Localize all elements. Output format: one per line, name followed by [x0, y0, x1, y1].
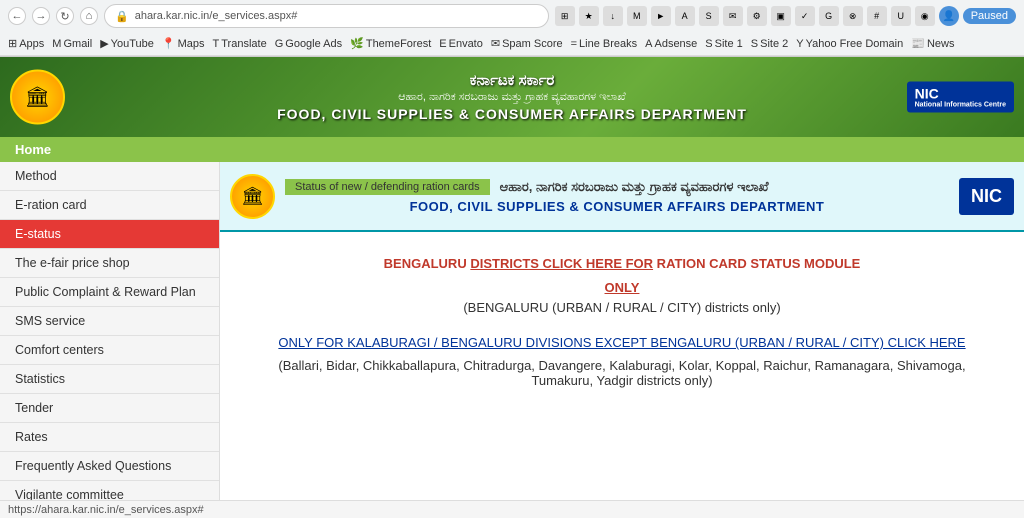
- bookmark-themeforest[interactable]: 🌿 ThemeForest: [350, 37, 431, 50]
- sidebar-item-faq[interactable]: Frequently Asked Questions: [0, 452, 219, 481]
- sidebar-item-tender[interactable]: Tender: [0, 394, 219, 423]
- ration-link-section: BENGALURU DISTRICTS CLICK HERE FOR RATIO…: [250, 252, 994, 315]
- bookmark-linebreaks[interactable]: = Line Breaks: [571, 38, 638, 50]
- districts-text: (Ballari, Bidar, Chikkaballapura, Chitra…: [250, 358, 994, 388]
- bookmarks-bar: ⊞ Apps M Gmail ▶ YouTube 📍 Maps T Transl…: [0, 32, 1024, 56]
- ext-btn-8[interactable]: ✉: [723, 6, 743, 26]
- back-button[interactable]: ←: [8, 7, 26, 25]
- urban-text: (BENGALURU (URBAN / RURAL / CITY) distri…: [250, 300, 994, 315]
- nic-logo: NIC National Informatics Centre: [907, 82, 1014, 113]
- bookmark-googleads[interactable]: G Google Ads: [275, 38, 342, 50]
- ext-btn-5[interactable]: ►: [651, 6, 671, 26]
- bookmark-youtube[interactable]: ▶ YouTube: [100, 37, 154, 50]
- content-wrapper: Method E-ration card E-status The e-fair…: [0, 162, 1024, 500]
- sidebar-item-erationcard[interactable]: E-ration card: [0, 191, 219, 220]
- bookmark-site2[interactable]: S Site 2: [751, 38, 788, 50]
- main-content: 🏛 Status of new / defending ration cards…: [220, 162, 1024, 500]
- ext-btn-4[interactable]: M: [627, 6, 647, 26]
- inner-kannada-text: ಆಹಾರ, ನಾಗರಿಕ ಸರಬರಾಜು ಮತ್ತು ಗ್ರಾಹಕ ವ್ಯವಹಾ…: [500, 179, 769, 195]
- body-content: BENGALURU DISTRICTS CLICK HERE FOR RATIO…: [220, 232, 1024, 408]
- ext-btn-6[interactable]: A: [675, 6, 695, 26]
- bookmark-site1[interactable]: S Site 1: [705, 38, 742, 50]
- ext-btn-14[interactable]: #: [867, 6, 887, 26]
- browser-chrome: ← → ↻ ⌂ 🔒 ahara.kar.nic.in/e_services.as…: [0, 0, 1024, 57]
- header-logo: 🏛: [10, 70, 65, 125]
- site-wrapper: 🏛 ಕರ್ನಾಟಕ ಸರ್ಕಾರ ಆಹಾರ, ನಾಗರಿಕ ಸರಬರಾಜು ಮತ…: [0, 57, 1024, 518]
- ext-btn-12[interactable]: G: [819, 6, 839, 26]
- bookmark-maps[interactable]: 📍 Maps: [162, 37, 205, 50]
- browser-nav: ← → ↻ ⌂ 🔒 ahara.kar.nic.in/e_services.as…: [0, 0, 1024, 32]
- url-text: ahara.kar.nic.in/e_services.aspx#: [135, 10, 298, 22]
- site-header: 🏛 ಕರ್ನಾಟಕ ಸರ್ಕಾರ ಆಹಾರ, ನಾಗರಿಕ ಸರಬರಾಜು ಮತ…: [0, 57, 1024, 137]
- bookmark-gmail[interactable]: M Gmail: [52, 38, 92, 50]
- bookmark-translate[interactable]: T Translate: [213, 38, 267, 50]
- header-english-title: FOOD, CIVIL SUPPLIES & CONSUMER AFFAIRS …: [277, 106, 747, 122]
- inner-english-title: FOOD, CIVIL SUPPLIES & CONSUMER AFFAIRS …: [285, 199, 949, 214]
- bengaluru-suffix: RATION CARD STATUS MODULE: [653, 256, 860, 271]
- kalaburagi-section: ONLY FOR KALABURAGI / BENGALURU DIVISION…: [250, 335, 994, 388]
- ext-btn-9[interactable]: ⚙: [747, 6, 767, 26]
- bengaluru-ration-text: BENGALURU DISTRICTS CLICK HERE FOR RATIO…: [250, 252, 994, 275]
- bookmark-apps[interactable]: ⊞ Apps: [8, 37, 44, 50]
- ext-btn-13[interactable]: ⊗: [843, 6, 863, 26]
- status-bar-label: Status of new / defending ration cards: [285, 179, 490, 195]
- sidebar-item-comfort[interactable]: Comfort centers: [0, 336, 219, 365]
- status-bar: https://ahara.kar.nic.in/e_services.aspx…: [0, 500, 1024, 518]
- bookmark-yahoo[interactable]: Y Yahoo Free Domain: [796, 38, 903, 50]
- bengaluru-link[interactable]: DISTRICTS CLICK HERE FOR: [470, 256, 653, 271]
- sidebar-item-estatus[interactable]: E-status: [0, 220, 219, 249]
- bookmark-spamscore[interactable]: ✉ Spam Score: [491, 37, 563, 50]
- ext-btn-1[interactable]: ⊞: [555, 6, 575, 26]
- only-link[interactable]: ONLY: [250, 280, 994, 295]
- bookmark-envato[interactable]: E Envato: [439, 38, 483, 50]
- government-emblem: 🏛: [10, 70, 65, 125]
- inner-logo-area: 🏛: [230, 174, 275, 219]
- forward-button[interactable]: →: [32, 7, 50, 25]
- ext-btn-2[interactable]: ★: [579, 6, 599, 26]
- sidebar-item-rates[interactable]: Rates: [0, 423, 219, 452]
- ext-btn-10[interactable]: ▣: [771, 6, 791, 26]
- ext-btn-11[interactable]: ✓: [795, 6, 815, 26]
- sidebar-item-efairprice[interactable]: The e-fair price shop: [0, 249, 219, 278]
- lock-icon: 🔒: [115, 10, 129, 23]
- home-button[interactable]: ⌂: [80, 7, 98, 25]
- ext-btn-7[interactable]: S: [699, 6, 719, 26]
- bookmark-adsense[interactable]: A Adsense: [645, 38, 697, 50]
- bengaluru-prefix: BENGALURU: [384, 256, 471, 271]
- header-kannada-title: ಕರ್ನಾಟಕ ಸರ್ಕಾರ: [277, 72, 747, 89]
- ext-btn-3[interactable]: ↓: [603, 6, 623, 26]
- paused-button[interactable]: Paused: [963, 8, 1016, 24]
- sidebar-item-vigilante[interactable]: Vigilante committee: [0, 481, 219, 500]
- sidebar-item-method[interactable]: Method: [0, 162, 219, 191]
- sidebar-item-statistics[interactable]: Statistics: [0, 365, 219, 394]
- nav-home[interactable]: Home: [0, 137, 66, 162]
- bookmark-news[interactable]: 📰 News: [911, 37, 954, 50]
- ext-btn-16[interactable]: ◉: [915, 6, 935, 26]
- header-text: ಕರ್ನಾಟಕ ಸರ್ಕಾರ ಆಹಾರ, ನಾಗರಿಕ ಸರಬರಾಜು ಮತ್ತ…: [277, 72, 747, 122]
- sidebar-item-complaint[interactable]: Public Complaint & Reward Plan: [0, 278, 219, 307]
- refresh-button[interactable]: ↻: [56, 7, 74, 25]
- ext-btn-15[interactable]: U: [891, 6, 911, 26]
- inner-header: 🏛 Status of new / defending ration cards…: [220, 162, 1024, 232]
- browser-extensions: ⊞ ★ ↓ M ► A S ✉ ⚙ ▣ ✓ G ⊗ # U ◉ 👤 Paused: [555, 6, 1016, 26]
- status-url: https://ahara.kar.nic.in/e_services.aspx…: [8, 504, 204, 516]
- kalaburagi-link[interactable]: ONLY FOR KALABURAGI / BENGALURU DIVISION…: [250, 335, 994, 350]
- sidebar-item-sms[interactable]: SMS service: [0, 307, 219, 336]
- avatar-btn[interactable]: 👤: [939, 6, 959, 26]
- main-nav: Home: [0, 137, 1024, 162]
- address-bar[interactable]: 🔒 ahara.kar.nic.in/e_services.aspx#: [104, 4, 549, 28]
- header-kannada-sub: ಆಹಾರ, ನಾಗರಿಕ ಸರಬರಾಜು ಮತ್ತು ಗ್ರಾಹಕ ವ್ಯವಹಾ…: [277, 91, 747, 104]
- sidebar: Method E-ration card E-status The e-fair…: [0, 162, 220, 500]
- inner-emblem: 🏛: [230, 174, 275, 219]
- inner-nic-logo: NIC: [959, 178, 1014, 215]
